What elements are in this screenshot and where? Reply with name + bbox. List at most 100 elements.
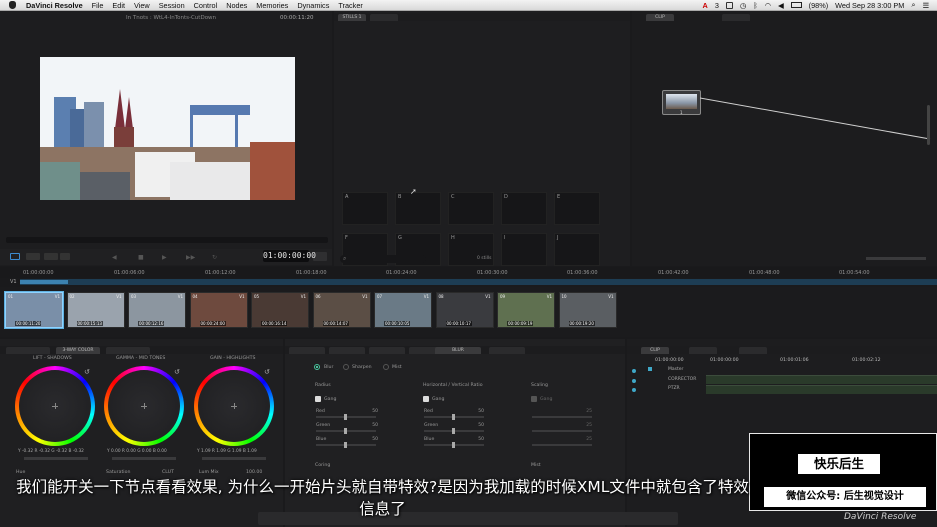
search-icon[interactable]: ⌕ (911, 0, 915, 10)
corrector-node[interactable]: 1 (662, 90, 701, 115)
menu-memories[interactable]: Memories (256, 1, 288, 10)
ratio-red-slider[interactable] (424, 414, 484, 420)
battery-icon[interactable] (790, 2, 802, 8)
reset-lift-icon[interactable]: ↺ (84, 368, 90, 376)
reset-gamma-icon[interactable]: ↺ (174, 368, 180, 376)
timeline-clip[interactable]: 08 V1 00:00:10:17 (435, 292, 494, 328)
radius-green-value[interactable]: 50 (364, 423, 378, 429)
display-icon[interactable] (725, 1, 733, 9)
stop-icon[interactable]: ■ (138, 254, 144, 261)
keyframe-track[interactable] (706, 375, 937, 384)
tab-powergrade[interactable] (370, 14, 398, 21)
node-zoom-slider[interactable] (866, 257, 926, 260)
gain-master-slider[interactable] (202, 457, 266, 460)
menu-session[interactable]: Session (159, 1, 185, 10)
loop-icon[interactable]: ↻ (212, 254, 217, 261)
still-slot[interactable] (554, 192, 600, 225)
radius-green-slider[interactable] (316, 428, 376, 434)
radius-blue-value[interactable]: 50 (364, 437, 378, 443)
menu-control[interactable]: Control (194, 1, 218, 10)
viewer-mode-icon[interactable] (10, 253, 20, 260)
tab-keyframe[interactable] (739, 347, 767, 354)
timeline-clip[interactable]: 03 V1 00:00:12:16 (128, 292, 186, 328)
tab-stills-1[interactable]: STILLS 1 (338, 14, 366, 21)
viewer-timecode[interactable]: 01:00:00:00 (263, 250, 316, 262)
gamma-master-slider[interactable] (112, 457, 176, 460)
scaling-green-slider[interactable] (532, 430, 592, 432)
timeline-clip[interactable]: 05 V1 00:00:16:14 (251, 292, 309, 328)
stills-search-field[interactable] (340, 255, 426, 263)
still-slot[interactable] (395, 192, 441, 225)
menu-file[interactable]: File (92, 1, 104, 10)
keyframe-dot-icon[interactable] (632, 369, 636, 373)
crosshair-icon[interactable] (52, 403, 58, 409)
timeline-clip[interactable]: 01 V1 00:00:11:20 (5, 292, 63, 328)
radius-red-slider[interactable] (316, 414, 376, 420)
radius-gang-checkbox[interactable] (315, 396, 321, 402)
adobe-icon[interactable]: A (703, 1, 708, 10)
tab-blur[interactable]: BLUR (435, 347, 481, 354)
play-icon[interactable]: ▶ (162, 254, 167, 261)
tab-primaries[interactable] (6, 347, 50, 354)
menu-app-name[interactable]: DaVinci Resolve (26, 1, 83, 10)
scaling-red-value[interactable]: 25 (578, 409, 592, 415)
menu-edit[interactable]: Edit (112, 1, 125, 10)
keyframe-dot-icon[interactable] (632, 388, 636, 392)
tab-rgb-mixer[interactable] (106, 347, 150, 354)
ratio-red-value[interactable]: 50 (470, 409, 484, 415)
scaling-blue-value[interactable]: 25 (578, 437, 592, 443)
wipe-tool-icon[interactable] (44, 253, 58, 260)
still-slot[interactable] (342, 192, 388, 225)
tab-clip[interactable]: CLIP (646, 14, 674, 21)
menu-view[interactable]: View (134, 1, 150, 10)
volume-icon[interactable]: ◀ (778, 1, 784, 10)
ratio-green-value[interactable]: 50 (470, 423, 484, 429)
apple-icon[interactable] (9, 1, 16, 9)
menu-nodes[interactable]: Nodes (226, 1, 247, 10)
scaling-gang-checkbox[interactable] (531, 396, 537, 402)
pointer-tool-icon[interactable] (26, 253, 40, 260)
tab-fx[interactable] (289, 347, 325, 354)
layer-tool-icon[interactable] (60, 253, 70, 260)
still-slot[interactable] (554, 233, 600, 266)
scaling-green-value[interactable]: 25 (578, 423, 592, 429)
next-frame-icon[interactable]: ▶▶ (186, 254, 195, 261)
tab-keyframe[interactable] (689, 347, 717, 354)
lift-color-wheel[interactable] (15, 366, 95, 446)
ratio-blue-slider[interactable] (424, 442, 484, 448)
bluetooth-icon[interactable]: ᛒ (753, 1, 757, 10)
scaling-red-slider[interactable] (532, 416, 592, 418)
node-graph-scrollbar[interactable] (927, 105, 930, 145)
video-track-bar[interactable] (20, 279, 937, 285)
tab-fx[interactable] (329, 347, 365, 354)
clip-range-bar[interactable] (20, 280, 68, 284)
ratio-green-slider[interactable] (424, 428, 484, 434)
keyframe-dot-icon[interactable] (632, 379, 636, 383)
keyframe-row-corrector[interactable]: CORRECTOR (668, 377, 696, 382)
notification-icon[interactable]: ☰ (922, 1, 929, 10)
timeline-clip[interactable]: 02 V1 00:00:15:13 (66, 292, 125, 328)
still-slot[interactable] (501, 233, 547, 266)
play-reverse-icon[interactable]: ◀ (112, 254, 117, 261)
tab-keyframe-clip[interactable]: CLIP (641, 347, 669, 354)
timeline-clip[interactable]: 09 V1 00:00:09:19 (497, 292, 555, 328)
scaling-blue-slider[interactable] (532, 444, 592, 446)
tab-3way-color[interactable]: 3-WAY COLOR (56, 347, 100, 354)
gamma-color-wheel[interactable] (104, 366, 184, 446)
menu-dynamics[interactable]: Dynamics (297, 1, 329, 10)
radius-blue-slider[interactable] (316, 442, 376, 448)
keyframe-track[interactable] (706, 385, 937, 394)
reset-gain-icon[interactable]: ↺ (264, 368, 270, 376)
keyframe-row-ptzr[interactable]: PTZR (668, 386, 680, 391)
timeline-clip[interactable]: 04 V1 00:00:24:00 (189, 292, 248, 328)
lock-icon[interactable] (648, 367, 652, 371)
crosshair-icon[interactable] (141, 403, 147, 409)
tab-fx[interactable] (489, 347, 525, 354)
tab-fx[interactable] (369, 347, 405, 354)
keyframe-row-master[interactable]: Master (668, 367, 683, 372)
gain-color-wheel[interactable] (194, 366, 274, 446)
ratio-gang-checkbox[interactable] (423, 396, 429, 402)
blur-radio[interactable] (314, 364, 320, 370)
timeline-clip[interactable]: 10 V1 00:00:19:20 (558, 292, 617, 328)
time-machine-icon[interactable]: ◷ (740, 1, 746, 10)
